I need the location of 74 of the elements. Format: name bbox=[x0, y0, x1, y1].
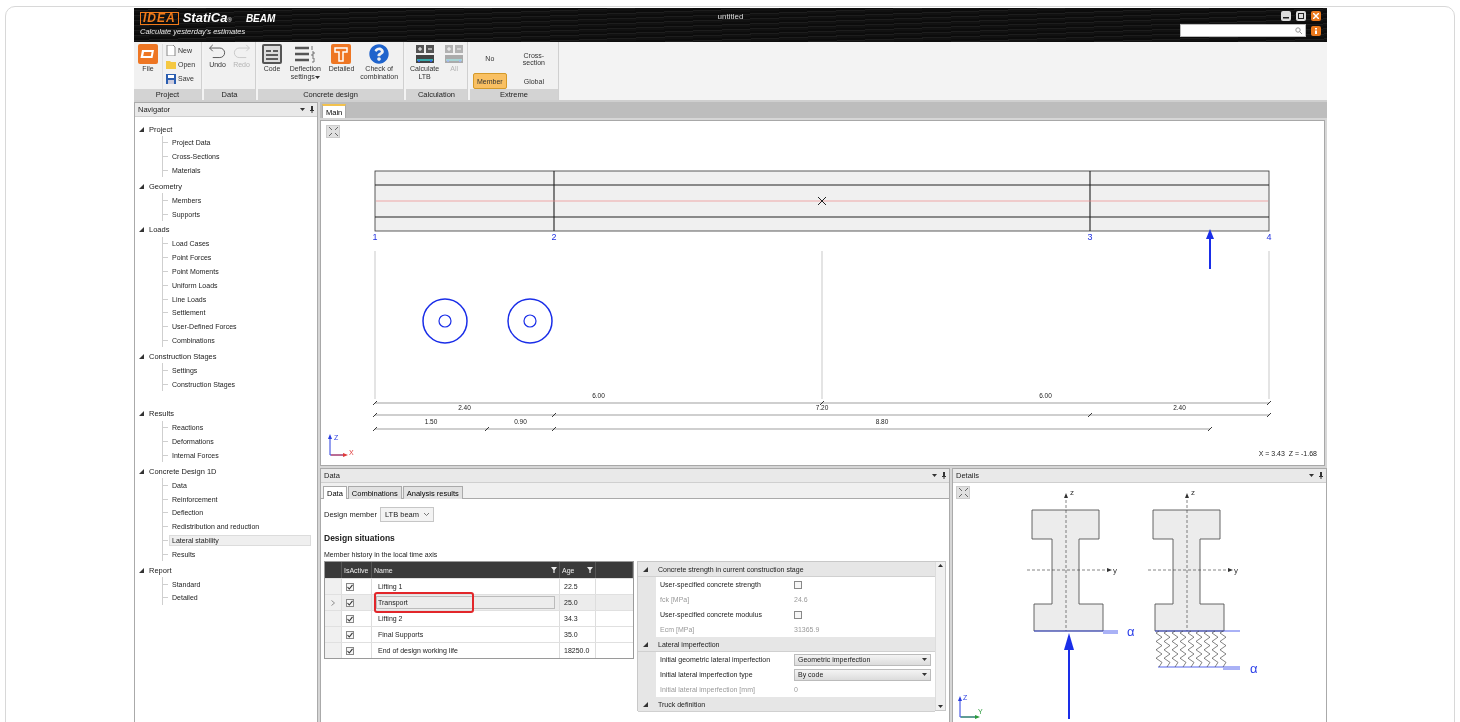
logo-icon bbox=[138, 44, 158, 64]
check-icon bbox=[347, 615, 353, 622]
pin-icon bbox=[310, 106, 314, 113]
property-row-gutter bbox=[638, 652, 656, 667]
caret-icon bbox=[922, 658, 927, 661]
pin-icon bbox=[1319, 472, 1323, 479]
minimize-button[interactable] bbox=[1281, 11, 1291, 21]
node-label: 2 bbox=[551, 232, 557, 242]
node-label: 1 bbox=[372, 232, 378, 242]
axis-icon bbox=[328, 434, 348, 457]
node-label: 4 bbox=[1266, 232, 1272, 242]
filter-icon bbox=[551, 567, 557, 573]
axis-label: z bbox=[1070, 488, 1074, 497]
search-field[interactable] bbox=[1180, 24, 1306, 37]
new-page-icon bbox=[166, 45, 176, 56]
caret-icon bbox=[300, 108, 305, 111]
fit-view-icon bbox=[328, 127, 338, 136]
info-button[interactable] bbox=[1311, 25, 1321, 36]
property-row-gutter bbox=[638, 577, 656, 592]
fit-view-icon bbox=[958, 488, 968, 497]
checkbox[interactable] bbox=[346, 598, 354, 607]
brand-name: StatiCa bbox=[182, 10, 228, 25]
check-icon bbox=[347, 647, 353, 654]
folder-icon bbox=[166, 60, 176, 69]
logo: IDEA bbox=[140, 12, 179, 25]
scrollbar[interactable] bbox=[935, 562, 945, 710]
pin-icon bbox=[942, 472, 946, 479]
checkbox[interactable] bbox=[346, 582, 354, 591]
check-icon bbox=[347, 599, 353, 606]
maximize-icon bbox=[1298, 13, 1304, 19]
filter-icon bbox=[587, 567, 593, 573]
close-icon bbox=[1313, 13, 1319, 19]
cross-mark-icon bbox=[817, 196, 827, 206]
maximize-button[interactable] bbox=[1296, 11, 1306, 21]
axis-label: z bbox=[1191, 488, 1195, 497]
angle-label: α bbox=[1127, 624, 1135, 639]
code-table-icon bbox=[262, 44, 282, 64]
chevron-down-icon bbox=[424, 513, 429, 516]
checkbox[interactable] bbox=[794, 610, 802, 619]
axis-label: y bbox=[1113, 566, 1117, 575]
beam-calculation-icon bbox=[414, 44, 435, 64]
detail-t-icon bbox=[331, 44, 352, 64]
help-icon bbox=[369, 44, 390, 64]
angle-label: α bbox=[1250, 661, 1258, 676]
undo-icon bbox=[208, 44, 227, 60]
search-icon bbox=[1295, 27, 1302, 34]
force-arrow bbox=[1206, 229, 1214, 270]
beam-calculation-icon bbox=[444, 44, 465, 64]
checkbox[interactable] bbox=[346, 646, 354, 655]
check-icon bbox=[347, 583, 353, 590]
fit-view-button[interactable] bbox=[956, 486, 970, 499]
close-button[interactable] bbox=[1311, 11, 1321, 21]
module-name: BEAM bbox=[245, 13, 276, 24]
checkbox[interactable] bbox=[346, 614, 354, 623]
axis-icon bbox=[958, 696, 980, 719]
list-settings-icon bbox=[294, 44, 317, 64]
checkbox[interactable] bbox=[794, 580, 802, 589]
caret-icon bbox=[314, 76, 320, 79]
section-heading: Design situations bbox=[324, 533, 396, 543]
support-circle-icon bbox=[507, 298, 553, 344]
window-title: untitled bbox=[717, 11, 744, 23]
support-circle-icon bbox=[422, 298, 468, 344]
caret-icon bbox=[1309, 474, 1314, 477]
checkbox[interactable] bbox=[346, 630, 354, 639]
current-row-icon bbox=[331, 599, 335, 606]
node-label: 3 bbox=[1087, 232, 1093, 242]
check-icon bbox=[347, 631, 353, 638]
scroll-down-icon bbox=[938, 705, 943, 708]
fit-view-button[interactable] bbox=[326, 125, 340, 138]
save-icon bbox=[166, 73, 176, 84]
caret-icon bbox=[922, 673, 927, 676]
axis-label: y bbox=[1234, 566, 1238, 575]
caret-icon bbox=[932, 474, 937, 477]
scroll-up-icon bbox=[938, 564, 943, 567]
